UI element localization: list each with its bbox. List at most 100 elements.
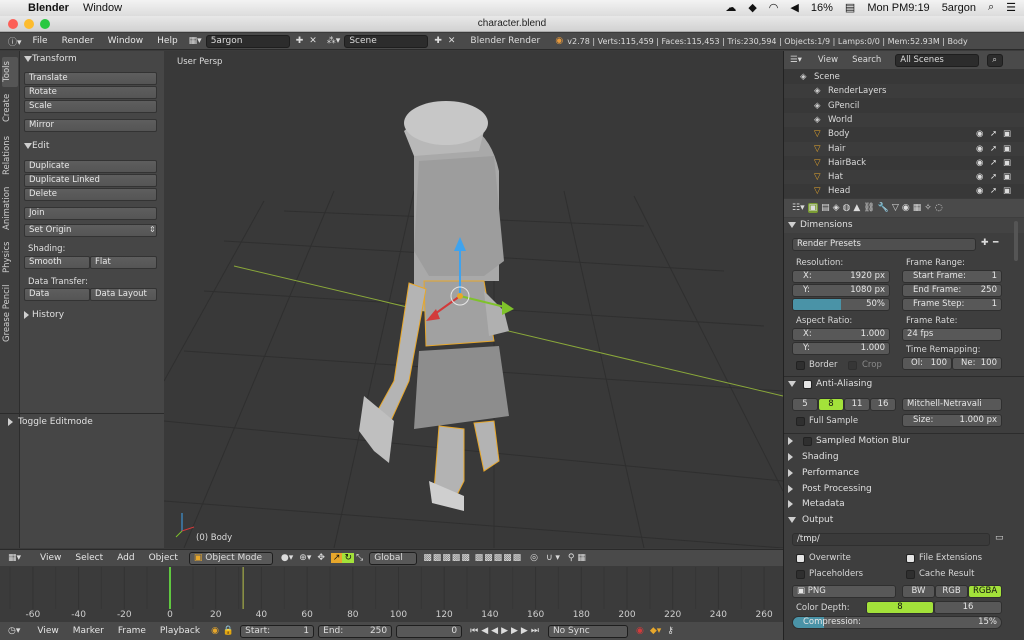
timeline-editor-icon[interactable]: ◷▾	[8, 626, 20, 636]
shading-header[interactable]: Shading	[784, 450, 1024, 465]
menu-help[interactable]: Help	[150, 36, 185, 46]
constraints-tab-icon[interactable]: ⛓	[863, 203, 874, 213]
minimize-button[interactable]	[24, 19, 34, 29]
outliner-row-scene[interactable]: ◈ Scene	[784, 70, 1024, 84]
border-checkbox[interactable]	[796, 361, 805, 370]
menu-render[interactable]: Render	[55, 36, 101, 46]
info-editor-icon[interactable]: ⓘ▾	[8, 35, 22, 48]
overwrite-checkbox[interactable]	[796, 554, 805, 563]
folder-icon[interactable]: ▭	[995, 533, 1004, 543]
toggle-editmode-header[interactable]: Toggle Editmode	[4, 415, 164, 430]
frame-step-field[interactable]: Frame Step: 1	[902, 298, 1002, 311]
render-presets-select[interactable]: Render Presets	[792, 238, 976, 251]
add-screen-icon[interactable]: ✚	[296, 36, 304, 46]
flag-icon[interactable]: ▤	[845, 1, 855, 14]
scale-button[interactable]: Scale	[24, 100, 157, 113]
bw-button[interactable]: BW	[902, 585, 935, 598]
render-engine-select[interactable]: Blender Render	[465, 34, 550, 48]
dropbox-icon[interactable]: ◆	[748, 1, 756, 14]
duplicate-linked-button[interactable]: Duplicate Linked	[24, 174, 157, 187]
scale-manipulator-icon[interactable]: ⤡	[354, 553, 365, 563]
window-menu[interactable]: Window	[83, 2, 122, 14]
transform-orientation-select[interactable]: Global	[369, 551, 418, 565]
aspect-x-field[interactable]: X: 1.000	[792, 328, 890, 341]
old-field[interactable]: Ol: 100	[902, 357, 952, 370]
user-name[interactable]: 5argon	[942, 2, 976, 14]
remove-screen-icon[interactable]: ✕	[309, 36, 317, 46]
mirror-button[interactable]: Mirror	[24, 119, 157, 132]
view3d-menu-view[interactable]: View	[33, 553, 68, 563]
cache-result-checkbox[interactable]	[906, 570, 915, 579]
tab-create[interactable]: Create	[2, 91, 18, 125]
outliner-row-hair[interactable]: ▽ Hair ◉ ➚ ▣	[784, 141, 1024, 156]
aa-sample-5-button[interactable]: 5	[792, 398, 818, 411]
set-origin-dropdown[interactable]: Set Origin	[24, 224, 157, 237]
character-model[interactable]	[359, 101, 509, 511]
filter-size-field[interactable]: Size: 1.000 px	[902, 414, 1002, 427]
outliner-filter-select[interactable]: All Scenes	[895, 53, 980, 67]
close-button[interactable]	[8, 19, 18, 29]
depth-8-button[interactable]: 8	[866, 601, 934, 614]
sync-mode-select[interactable]: No Sync	[547, 624, 628, 638]
timeline-menu-frame[interactable]: Frame	[111, 626, 153, 636]
render-camera-icon[interactable]: ▣	[1003, 184, 1011, 198]
edit-panel-header[interactable]: Edit	[20, 139, 164, 154]
particles-tab-icon[interactable]: ✧	[924, 203, 932, 213]
lock-layers-icon[interactable]: ◎	[530, 553, 538, 563]
outliner-row-hairback[interactable]: ▽ HairBack ◉ ➚ ▣	[784, 155, 1024, 170]
full-sample-checkbox[interactable]	[796, 417, 805, 426]
remove-preset-icon[interactable]: ━	[993, 238, 998, 248]
history-panel-header[interactable]: History	[20, 308, 164, 323]
aa-filter-select[interactable]: Mitchell-Netravali	[902, 398, 1002, 411]
start-frame-field[interactable]: Start Frame: 1	[902, 270, 1002, 283]
timeline-menu-view[interactable]: View	[30, 626, 65, 636]
outliner-search-icon[interactable]: ⌕	[987, 53, 1004, 67]
frame-rate-select[interactable]: 24 fps	[902, 328, 1002, 341]
rotate-button[interactable]: Rotate	[24, 86, 157, 99]
depth-16-button[interactable]: 16	[934, 601, 1002, 614]
aa-sample-11-button[interactable]: 11	[844, 398, 870, 411]
view3d-menu-add[interactable]: Add	[110, 553, 141, 563]
metadata-header[interactable]: Metadata	[784, 497, 1024, 512]
outliner-row-body[interactable]: ▽ Body ◉ ➚ ▣	[784, 127, 1024, 142]
flat-button[interactable]: Flat	[90, 256, 157, 269]
motion-blur-checkbox[interactable]	[803, 437, 812, 446]
view3d-menu-object[interactable]: Object	[142, 553, 185, 563]
timeline-menu-playback[interactable]: Playback	[153, 626, 207, 636]
clock[interactable]: Mon PM9:19	[867, 2, 929, 14]
rgb-button[interactable]: RGB	[935, 585, 968, 598]
res-percentage-slider[interactable]: 50%	[792, 298, 890, 311]
data-tab-icon[interactable]: ▽	[892, 203, 899, 213]
motion-blur-header[interactable]: Sampled Motion Blur	[784, 434, 1024, 449]
output-header[interactable]: Output	[784, 513, 1024, 528]
screen-field[interactable]: 5argon	[205, 34, 290, 48]
outliner-row-hat[interactable]: ▽ Hat ◉ ➚ ▣	[784, 170, 1024, 185]
zoom-button[interactable]	[40, 19, 50, 29]
keying-set-icon[interactable]: ⚷	[667, 626, 674, 636]
world-tab-icon[interactable]: ◍	[843, 203, 851, 213]
lock-icon[interactable]: 🔒	[223, 626, 234, 636]
scene-icon[interactable]: ⁂▾	[327, 36, 341, 46]
wifi-icon[interactable]: ◠	[769, 1, 779, 14]
outliner-row-gpencil[interactable]: ◈ GPencil	[784, 98, 1024, 113]
record-icon[interactable]: ◉	[636, 626, 644, 636]
outliner-menu-search[interactable]: Search	[852, 55, 881, 65]
start-field[interactable]: Start: 1	[240, 624, 315, 638]
manipulator-icon[interactable]: ✥	[317, 553, 325, 563]
outliner-row-renderlayers[interactable]: ◈ RenderLayers	[784, 84, 1024, 99]
outliner-row-world[interactable]: ◈ World	[784, 112, 1024, 127]
tab-relations[interactable]: Relations	[2, 131, 18, 179]
dimensions-header[interactable]: Dimensions	[784, 218, 1024, 233]
visibility-eye-icon[interactable]: ◉	[976, 127, 983, 141]
list-icon[interactable]: ☰	[1006, 1, 1016, 14]
remove-scene-icon[interactable]: ✕	[448, 36, 456, 46]
texture-tab-icon[interactable]: ▦	[913, 203, 922, 213]
volume-icon[interactable]: ◀	[790, 1, 798, 14]
app-menu[interactable]: Blender	[28, 2, 69, 14]
menu-window[interactable]: Window	[101, 36, 151, 46]
visibility-eye-icon[interactable]: ◉	[976, 170, 983, 184]
render-camera-icon[interactable]: ▣	[1003, 170, 1011, 184]
data-layout-button[interactable]: Data Layout	[90, 288, 157, 301]
render-layers-tab-icon[interactable]: ▤	[821, 203, 830, 213]
viewport-shading-icon[interactable]: ●▾	[281, 553, 293, 563]
